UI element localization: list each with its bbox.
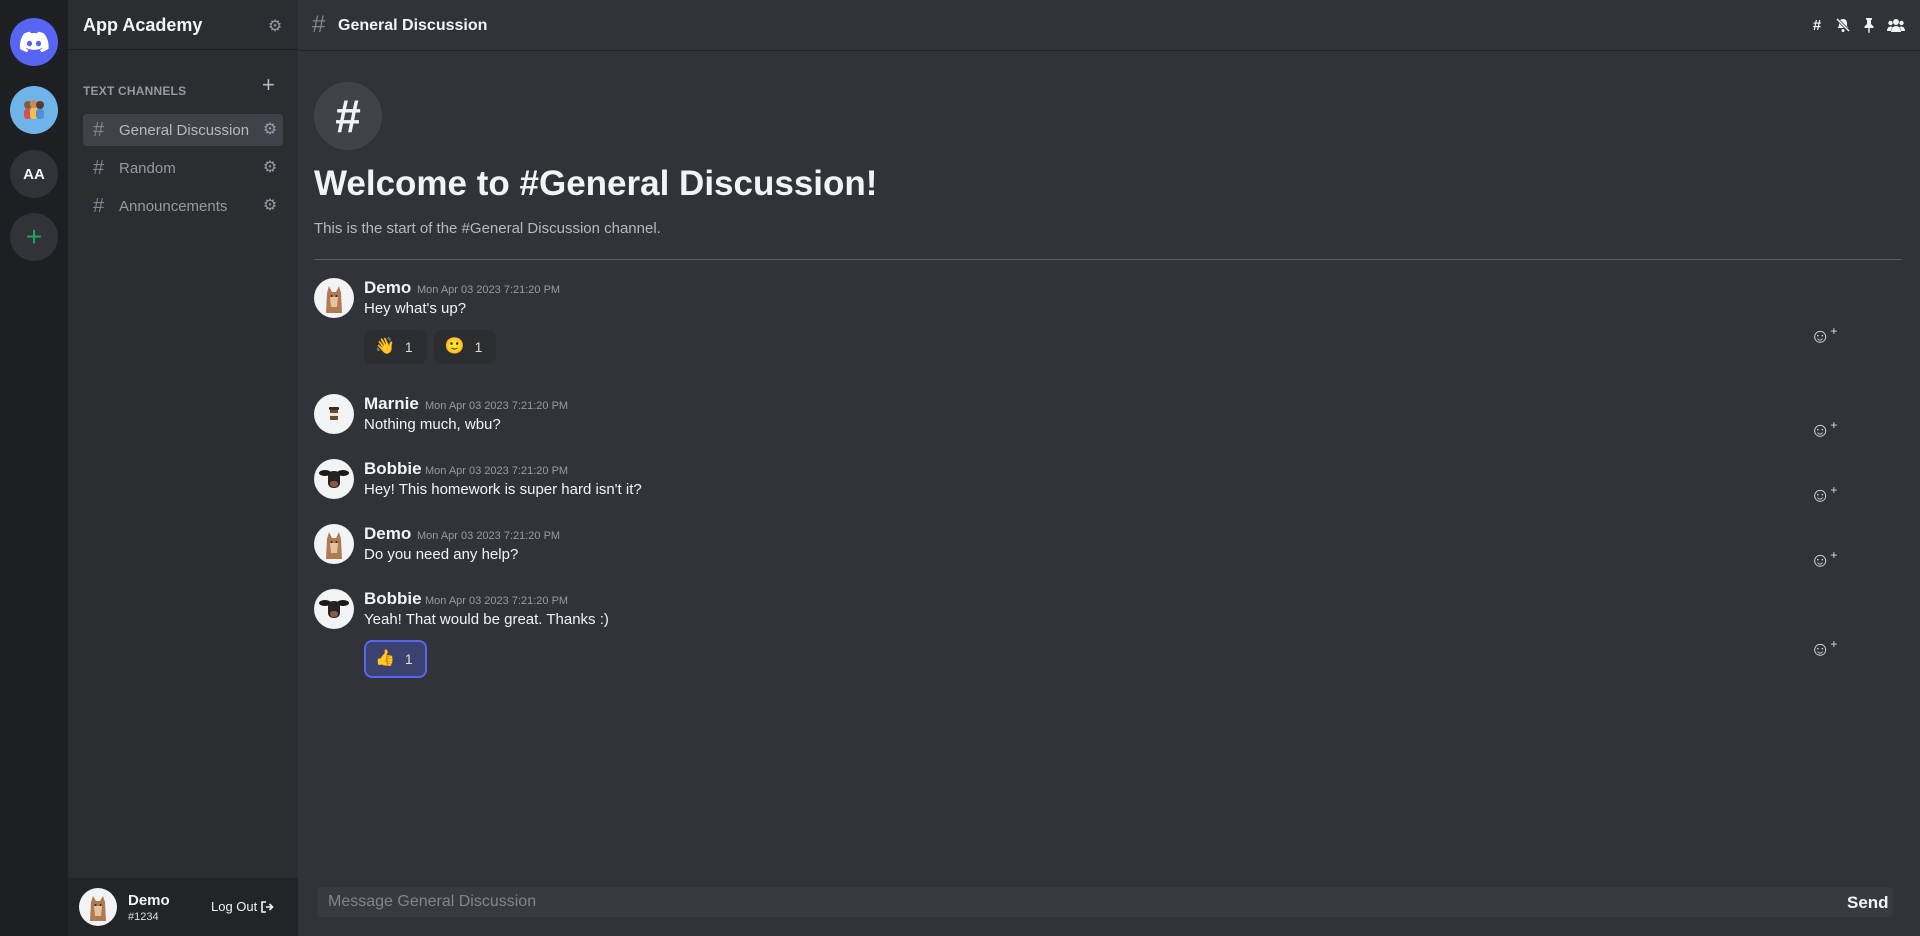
cow-avatar-icon xyxy=(319,470,349,488)
mute-bell-icon[interactable] xyxy=(1835,16,1851,34)
channel-title: General Discussion xyxy=(338,17,488,34)
reaction-count: 1 xyxy=(474,339,483,355)
channel-label: General Discussion xyxy=(119,121,250,139)
channel-settings-gear-icon[interactable]: ⚙ xyxy=(262,160,278,176)
sign-out-icon xyxy=(261,900,274,913)
reaction-pill[interactable]: 🙂 1 xyxy=(433,330,497,364)
reaction-count: 1 xyxy=(404,651,413,667)
threads-hash-icon[interactable]: # xyxy=(1809,16,1825,34)
cat-avatar-icon xyxy=(326,286,342,313)
add-reaction-icon[interactable]: ☺+ xyxy=(1810,637,1840,661)
cat-avatar-icon xyxy=(326,532,342,559)
channel-settings-gear-icon[interactable]: ⚙ xyxy=(262,122,278,138)
message-author[interactable]: Demo xyxy=(364,278,411,298)
channel-header: # General Discussion # xyxy=(298,0,1920,51)
author-avatar[interactable] xyxy=(314,589,354,629)
channel-welcome-badge: # xyxy=(314,82,382,150)
add-reaction-icon[interactable]: ☺+ xyxy=(1810,483,1840,507)
server-rail: AA + xyxy=(0,0,68,936)
server-aa[interactable]: AA xyxy=(10,150,58,198)
message-text: Do you need any help? xyxy=(364,546,519,563)
channel-item-random[interactable]: # Random ⚙ xyxy=(83,152,283,184)
message-composer: Send xyxy=(317,887,1893,917)
cow-avatar-icon xyxy=(319,600,349,618)
thumbs-up-icon: 👍 xyxy=(375,650,395,667)
message-text: Nothing much, wbu? xyxy=(364,416,501,433)
message-author[interactable]: Bobbie xyxy=(364,459,422,479)
message-timestamp: Mon Apr 03 2023 7:21:20 PM xyxy=(417,530,561,542)
coffee-cup-avatar-icon xyxy=(329,407,339,420)
message-text: Hey! This homework is super hard isn't i… xyxy=(364,481,642,498)
logout-button[interactable]: Log Out xyxy=(211,899,274,914)
welcome-subtitle: This is the start of the #General Discus… xyxy=(314,220,661,237)
server-header[interactable]: App Academy ⚙ xyxy=(68,0,298,50)
channel-label: Random xyxy=(119,159,176,177)
members-list-icon[interactable] xyxy=(1887,16,1905,34)
message-timestamp: Mon Apr 03 2023 7:21:20 PM xyxy=(425,595,569,607)
hash-icon: # xyxy=(93,194,105,217)
smiley-face-icon: 🙂 xyxy=(444,338,465,355)
hash-icon: # xyxy=(93,156,105,179)
welcome-title: Welcome to #General Discussion! xyxy=(314,164,878,203)
add-channel-icon[interactable]: + xyxy=(262,74,275,96)
server-app-academy-icon[interactable] xyxy=(10,86,58,134)
author-avatar[interactable] xyxy=(314,459,354,499)
user-tag: #1234 xyxy=(128,911,159,923)
reaction-pill[interactable]: 👋 1 xyxy=(364,330,427,364)
channel-label: Announcements xyxy=(119,197,228,215)
author-avatar[interactable] xyxy=(314,394,354,434)
discord-logo-icon xyxy=(19,31,49,53)
reaction-pill[interactable]: 👍 1 xyxy=(364,640,427,678)
message-author[interactable]: Bobbie xyxy=(364,589,422,609)
reaction-list: 👍 1 xyxy=(364,640,427,678)
user-name: Demo xyxy=(128,892,170,909)
message-timestamp: Mon Apr 03 2023 7:21:20 PM xyxy=(417,284,561,296)
server-name: App Academy xyxy=(83,15,203,35)
user-avatar[interactable] xyxy=(79,888,117,926)
channel-item-general-discussion[interactable]: # General Discussion ⚙ xyxy=(83,114,283,146)
message-timestamp: Mon Apr 03 2023 7:21:20 PM xyxy=(425,400,569,412)
cat-avatar-icon xyxy=(90,896,106,921)
channel-item-announcements[interactable]: # Announcements ⚙ xyxy=(83,190,283,222)
waving-hand-icon: 👋 xyxy=(375,338,395,355)
message-text: Hey what's up? xyxy=(364,300,467,317)
welcome-divider xyxy=(314,259,1902,260)
add-reaction-icon[interactable]: ☺+ xyxy=(1810,548,1840,572)
message-author[interactable]: Demo xyxy=(364,524,411,544)
reaction-list: 👋 1 🙂 1 xyxy=(364,330,497,364)
home-button[interactable] xyxy=(10,18,58,66)
add-reaction-icon[interactable]: ☺+ xyxy=(1810,418,1840,442)
hash-icon: # xyxy=(93,118,105,141)
message-input[interactable] xyxy=(328,887,1528,917)
message-text: Yeah! That would be great. Thanks :) xyxy=(364,611,609,628)
author-avatar[interactable] xyxy=(314,278,354,318)
channel-settings-gear-icon[interactable]: ⚙ xyxy=(262,198,278,214)
logout-label: Log Out xyxy=(211,899,258,914)
channel-sidebar: App Academy ⚙ TEXT CHANNELS + # General … xyxy=(68,0,298,936)
message-author[interactable]: Marnie xyxy=(364,394,419,414)
server-settings-gear-icon[interactable]: ⚙ xyxy=(267,19,283,35)
user-panel: Demo #1234 Log Out xyxy=(68,878,298,936)
chat-main: # General Discussion # # Welcome to #Gen… xyxy=(298,0,1920,936)
message-timestamp: Mon Apr 03 2023 7:21:20 PM xyxy=(425,465,569,477)
header-toolbar: # xyxy=(1809,16,1905,34)
add-server-button[interactable]: + xyxy=(10,213,58,261)
channel-hash-icon: # xyxy=(312,11,326,38)
pin-icon[interactable] xyxy=(1861,16,1877,34)
send-button[interactable]: Send xyxy=(1847,893,1889,913)
reaction-count: 1 xyxy=(404,339,413,355)
category-label: TEXT CHANNELS xyxy=(83,84,187,98)
add-reaction-icon[interactable]: ☺+ xyxy=(1810,324,1840,348)
author-avatar[interactable] xyxy=(314,524,354,564)
group-people-icon xyxy=(24,100,44,119)
